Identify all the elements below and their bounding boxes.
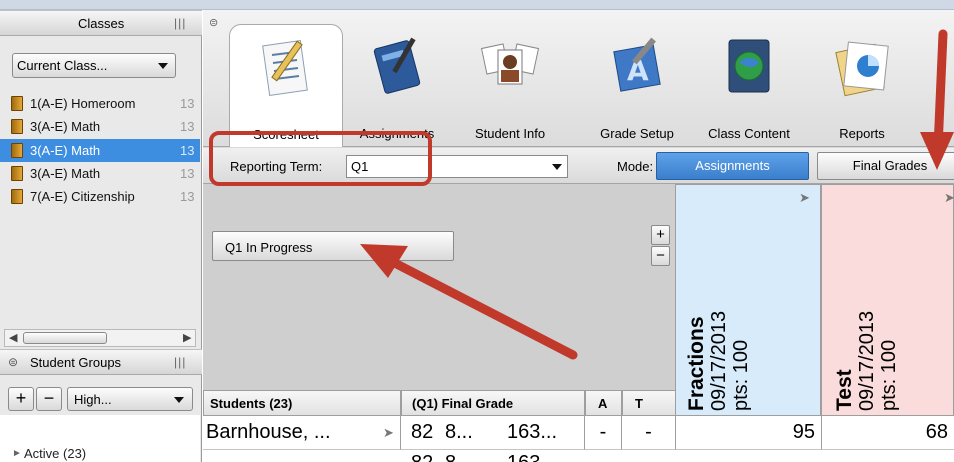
annotation-arrow-progress xyxy=(360,244,578,360)
annotation-arrows xyxy=(360,29,954,360)
annotation-arrow-final xyxy=(920,29,954,170)
